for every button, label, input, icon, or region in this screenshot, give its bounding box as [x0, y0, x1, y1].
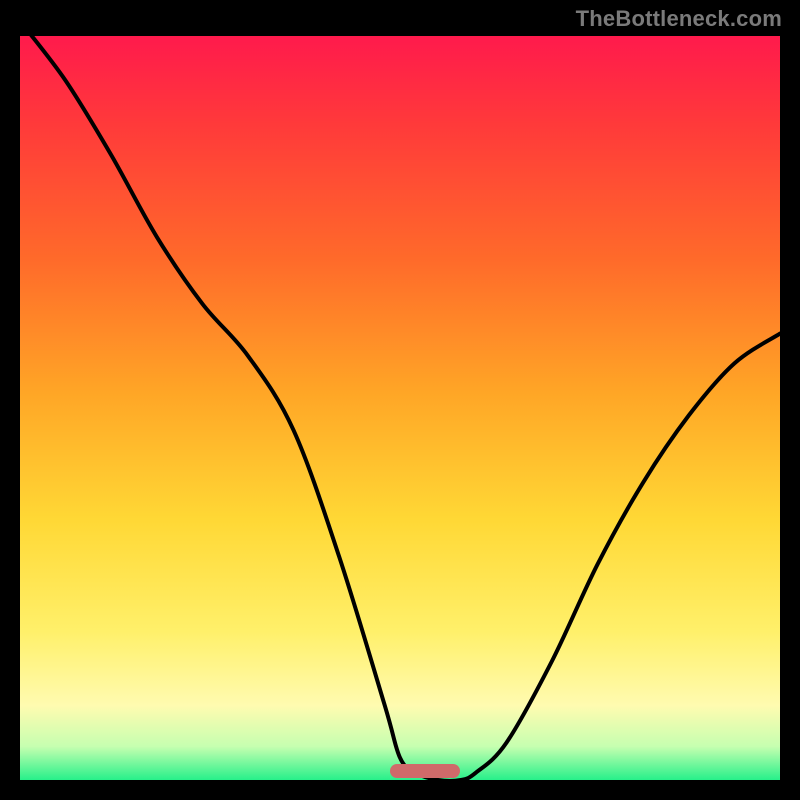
optimal-range-marker — [390, 764, 460, 778]
gradient-plot-area — [20, 36, 780, 780]
chart-frame: TheBottleneck.com — [0, 0, 800, 800]
watermark-text: TheBottleneck.com — [576, 6, 782, 32]
